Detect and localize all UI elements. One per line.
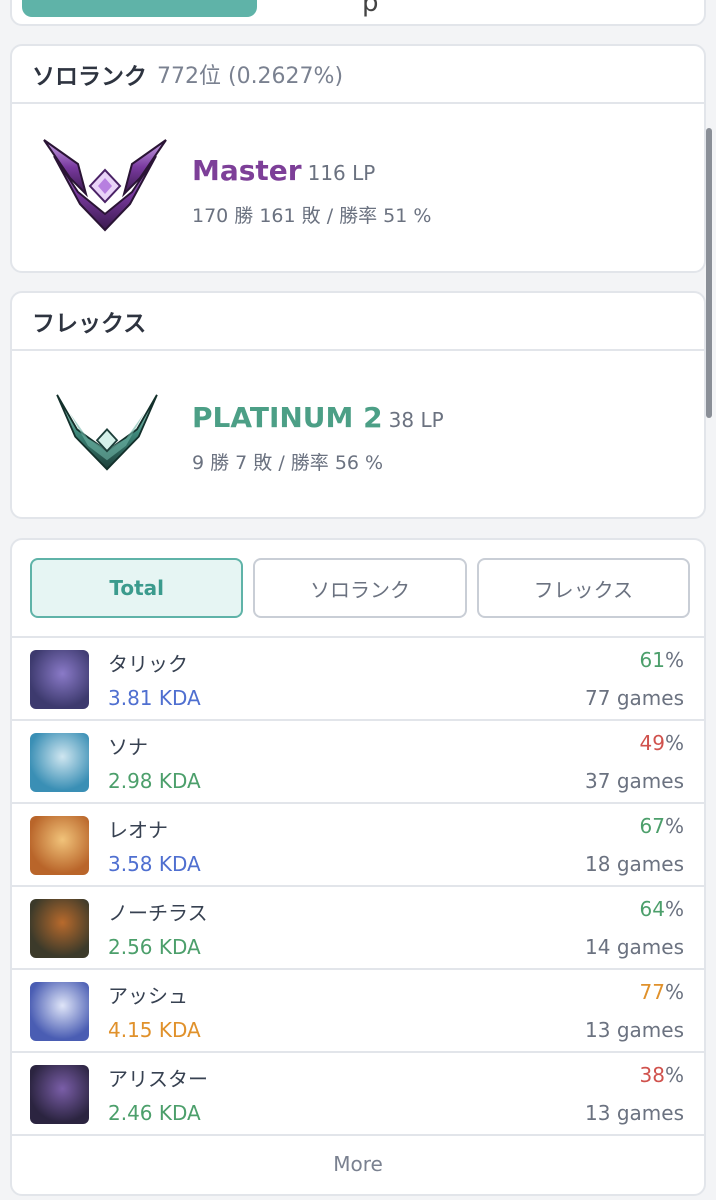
champion-winrate: 77% (640, 980, 684, 1004)
flex-rank-tier-name: PLATINUM 2 (192, 401, 383, 434)
champion-winrate-value: 38 (639, 1063, 665, 1087)
champion-row[interactable]: ソナ 2.98 KDA 49% 37 games (12, 721, 704, 804)
top-tab-active[interactable] (22, 0, 257, 17)
percent-sign: % (664, 814, 684, 838)
champion-winrate-value: 67 (639, 814, 665, 838)
champion-kda: 2.56 KDA (108, 935, 201, 959)
champion-kda: 2.98 KDA (108, 769, 201, 793)
tab-total[interactable]: Total (30, 558, 244, 618)
solo-rank-header: ソロランク 772位 (0.2627%) (12, 46, 704, 104)
champion-winrate: 61% (640, 648, 684, 672)
champion-winrate-value: 49 (639, 731, 665, 755)
champion-games: 37 games (585, 769, 684, 793)
percent-sign: % (664, 1063, 684, 1087)
tab-flex[interactable]: フレックス (476, 558, 690, 618)
solo-rank-tier: Master 116 LP (192, 154, 375, 187)
champion-row[interactable]: タリック 3.81 KDA 61% 77 games (12, 638, 704, 721)
flex-rank-record: 9 勝 7 敗 / 勝率 56 % (192, 452, 384, 474)
champion-games: 13 games (585, 1018, 684, 1042)
percent-sign: % (664, 980, 684, 1004)
solo-rank-tier-name: Master (192, 154, 302, 187)
scrollbar[interactable] (706, 128, 712, 418)
champion-kda: 2.46 KDA (108, 1101, 201, 1125)
champion-row[interactable]: レオナ 3.58 KDA 67% 18 games (12, 804, 704, 887)
tab-solo-rank[interactable]: ソロランク (253, 558, 467, 618)
champion-portrait-icon (30, 1065, 89, 1124)
solo-rank-card: ソロランク 772位 (0.2627%) Master 116 LP 170 勝 … (10, 44, 706, 273)
champion-games: 13 games (585, 1101, 684, 1125)
flex-rank-lp: 38 LP (388, 408, 444, 432)
champion-name: ソナ (108, 735, 148, 759)
champion-name: レオナ (108, 818, 168, 842)
more-button[interactable]: More (12, 1134, 704, 1194)
champion-portrait-icon (30, 816, 89, 875)
champion-winrate: 64% (640, 897, 684, 921)
percent-sign: % (664, 731, 684, 755)
champion-games: 14 games (585, 935, 684, 959)
champion-name: ノーチラス (108, 901, 208, 925)
champion-winrate: 49% (640, 731, 684, 755)
champion-name: アリスター (108, 1067, 208, 1091)
flex-rank-card: フレックス PLATINUM 2 38 LP 9 勝 7 敗 / 勝率 56 % (10, 291, 706, 519)
champion-row[interactable]: ノーチラス 2.56 KDA 64% 14 games (12, 887, 704, 970)
champion-winrate-value: 64 (639, 897, 665, 921)
solo-rank-position: 772位 (0.2627%) (157, 64, 344, 89)
solo-rank-title: ソロランク (32, 64, 147, 90)
champion-kda: 3.58 KDA (108, 852, 201, 876)
champion-name: タリック (108, 652, 188, 676)
flex-rank-tier: PLATINUM 2 38 LP (192, 401, 444, 434)
champion-name: アッシュ (108, 984, 188, 1008)
solo-rank-lp: 116 LP (307, 161, 376, 185)
top-tab-partial-text: p (362, 0, 379, 18)
champion-games: 77 games (585, 686, 684, 710)
champion-winrate: 38% (640, 1063, 684, 1087)
solo-rank-record: 170 勝 161 敗 / 勝率 51 % (192, 205, 432, 227)
champion-stats-card: Total ソロランク フレックス タリック 3.81 KDA 61% 77 g… (10, 538, 706, 1196)
flex-rank-title: フレックス (32, 311, 147, 337)
champion-portrait-icon (30, 899, 89, 958)
champion-kda: 4.15 KDA (108, 1018, 201, 1042)
champion-kda: 3.81 KDA (108, 686, 201, 710)
champion-portrait-icon (30, 650, 89, 709)
champion-winrate-value: 61 (639, 648, 665, 672)
percent-sign: % (664, 897, 684, 921)
champion-winrate-value: 77 (639, 980, 665, 1004)
platinum-emblem-icon (56, 394, 158, 471)
master-emblem-icon (43, 139, 167, 232)
flex-rank-header: フレックス (12, 293, 704, 351)
top-tab-bar: p (10, 0, 706, 26)
champion-games: 18 games (585, 852, 684, 876)
champion-portrait-icon (30, 982, 89, 1041)
champion-row[interactable]: アリスター 2.46 KDA 38% 13 games (12, 1053, 704, 1136)
champion-winrate: 67% (640, 814, 684, 838)
champion-row[interactable]: アッシュ 4.15 KDA 77% 13 games (12, 970, 704, 1053)
champion-list: タリック 3.81 KDA 61% 77 games ソナ 2.98 KDA 4… (12, 636, 704, 1136)
champion-portrait-icon (30, 733, 89, 792)
champion-tabs: Total ソロランク フレックス (30, 558, 690, 618)
percent-sign: % (664, 648, 684, 672)
